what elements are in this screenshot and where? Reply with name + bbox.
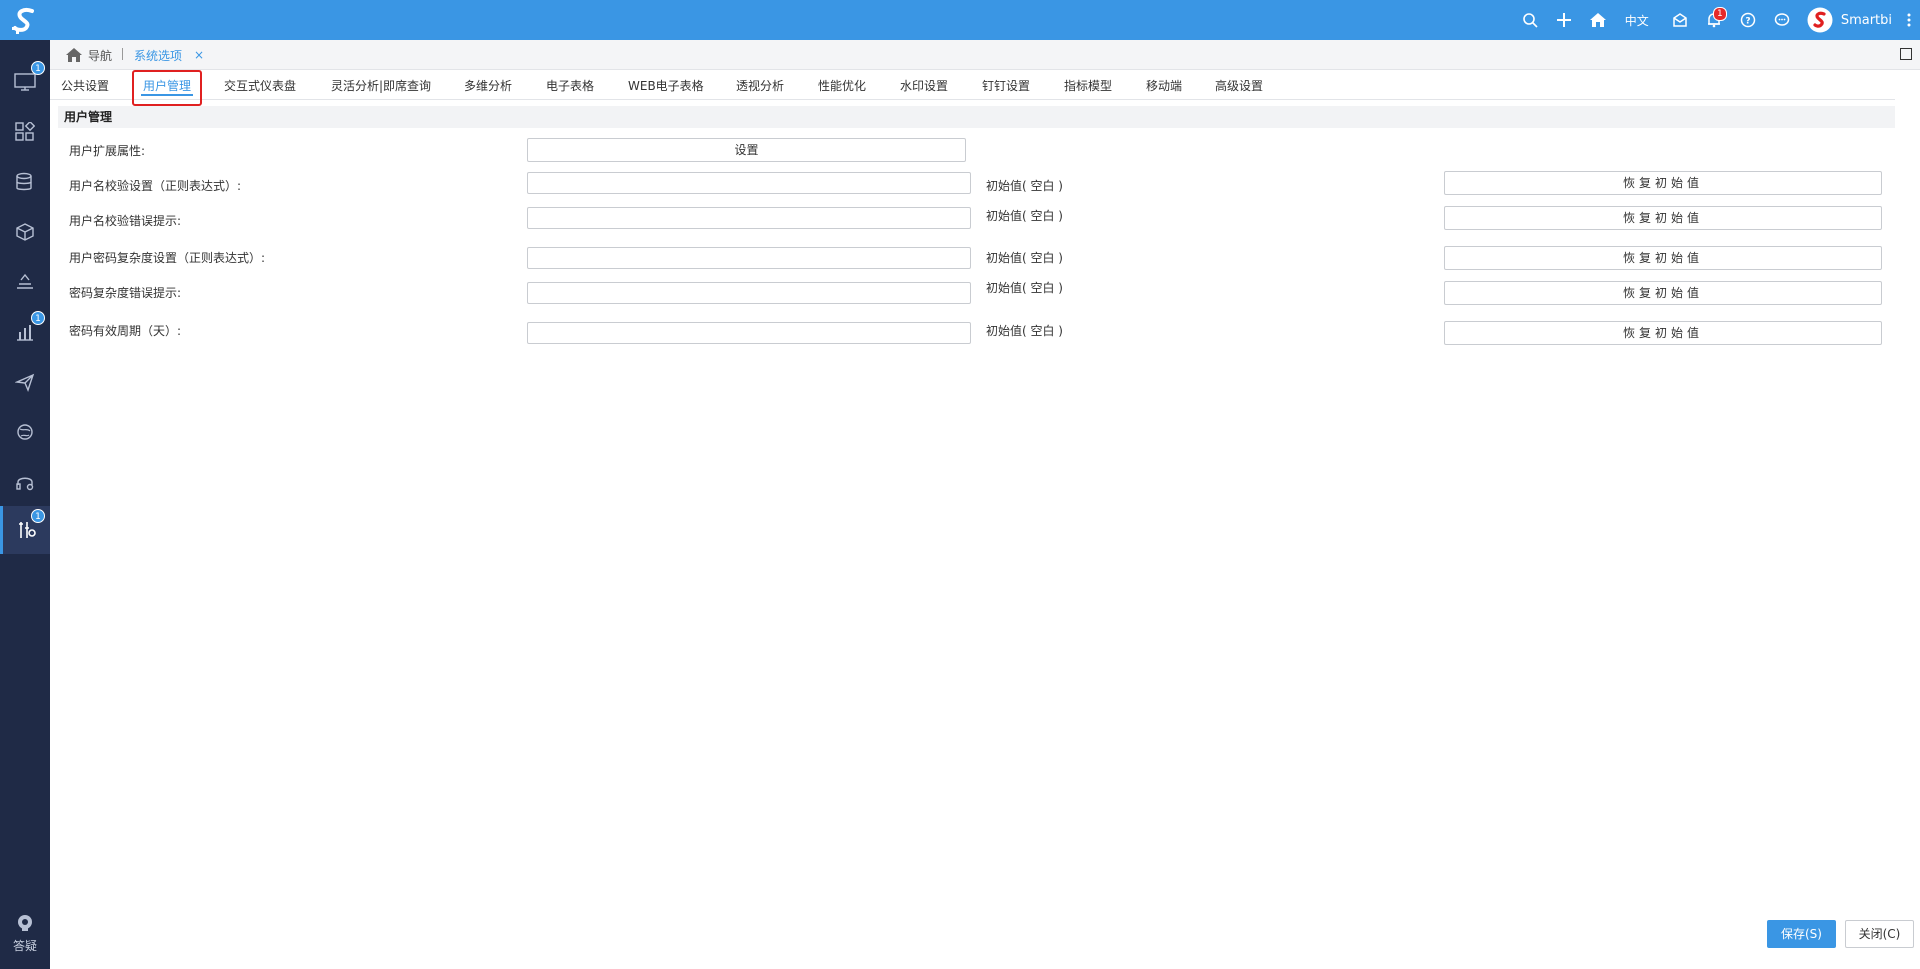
initial-value-label: 初始值( 空白 ) — [986, 324, 1063, 338]
avatar — [1807, 7, 1833, 33]
password-regex-input[interactable] — [527, 247, 971, 269]
close-icon[interactable]: × — [194, 48, 204, 62]
initial-value-label: 初始值( 空白 ) — [986, 281, 1063, 295]
cube-icon — [16, 223, 34, 241]
tab-watermark[interactable]: 水印设置 — [900, 70, 948, 100]
top-actions: 中文 1 ? Smartbi — [1513, 0, 1920, 40]
ext-attr-label: 用户扩展属性: — [69, 144, 146, 158]
sidebar-item-database[interactable] — [0, 158, 50, 206]
restore-default-button[interactable]: 恢复初始值 — [1444, 281, 1882, 305]
sidebar-item-layers[interactable] — [0, 258, 50, 306]
sidebar-item-service[interactable] — [0, 458, 50, 506]
sidebar-item-cube[interactable] — [0, 208, 50, 256]
language-switch[interactable]: 中文 — [1615, 12, 1663, 29]
sidebar-badge: 1 — [31, 311, 45, 325]
sidebar-help[interactable]: 答疑 — [0, 905, 50, 961]
sidebar-item-system[interactable]: 1 — [0, 506, 50, 554]
tab-advanced[interactable]: 高级设置 — [1215, 70, 1263, 100]
breadcrumb-separator — [122, 48, 123, 60]
restore-default-button[interactable]: 恢复初始值 — [1444, 171, 1882, 195]
initial-value-label: 初始值( 空白 ) — [986, 179, 1063, 193]
sidebar-item-sync[interactable] — [0, 408, 50, 456]
apps-icon — [15, 122, 35, 141]
password-error-input[interactable] — [527, 282, 971, 304]
sidebar-item-apps[interactable] — [0, 108, 50, 156]
initial-value-label: 初始值( 空白 ) — [986, 209, 1063, 223]
send-icon — [15, 373, 35, 392]
tab-pivot-analysis[interactable]: 透视分析 — [736, 70, 784, 100]
sidebar-item-send[interactable] — [0, 358, 50, 406]
bar-chart-icon — [17, 325, 33, 341]
sidebar-item-analysis[interactable]: 1 — [0, 308, 50, 356]
username: Smartbi — [1840, 12, 1892, 28]
refresh-globe-icon — [17, 424, 33, 440]
more-icon[interactable] — [1898, 0, 1920, 40]
row-label: 用户名校验设置（正则表达式）: — [69, 179, 242, 193]
tab-mobile[interactable]: 移动端 — [1146, 70, 1182, 100]
tab-flexible-analysis[interactable]: 灵活分析|即席查询 — [331, 70, 431, 100]
top-bar: 中文 1 ? Smartbi — [0, 0, 1920, 40]
ext-attr-set-button[interactable]: 设置 — [527, 138, 966, 162]
svg-text:?: ? — [1745, 17, 1750, 27]
sidebar-badge: 1 — [31, 61, 45, 75]
password-expiry-input[interactable] — [527, 322, 971, 344]
tools-icon — [18, 522, 36, 538]
tab-dingtalk[interactable]: 钉钉设置 — [982, 70, 1030, 100]
tab-interactive-dashboard[interactable]: 交互式仪表盘 — [224, 70, 296, 100]
mailbox-icon[interactable] — [1663, 0, 1697, 40]
help-label: 答疑 — [12, 938, 37, 953]
restore-default-button[interactable]: 恢复初始值 — [1444, 321, 1882, 345]
logo-icon — [12, 7, 34, 34]
username-regex-input[interactable] — [527, 172, 971, 194]
breadcrumb: 导航 系统选项 × — [50, 40, 1920, 70]
chat-icon[interactable] — [1765, 0, 1799, 40]
tab-metric-model[interactable]: 指标模型 — [1064, 70, 1112, 100]
sidebar: 1 1 1 答疑 — [0, 40, 50, 969]
layers-icon — [17, 273, 33, 289]
sidebar-badge: 1 — [31, 509, 45, 523]
notification-badge: 1 — [1712, 7, 1727, 21]
restore-default-button[interactable]: 恢复初始值 — [1444, 206, 1882, 230]
row-label: 密码有效周期（天）: — [69, 324, 182, 338]
row-label: 密码复杂度错误提示: — [69, 286, 182, 300]
maximize-icon[interactable] — [1900, 48, 1912, 60]
tab-spreadsheet[interactable]: 电子表格 — [546, 70, 594, 100]
search-icon[interactable] — [1513, 0, 1547, 40]
monitor-icon — [14, 73, 36, 91]
breadcrumb-home-label: 导航 — [88, 48, 113, 63]
tab-public-settings[interactable]: 公共设置 — [61, 70, 109, 100]
bell-icon[interactable]: 1 — [1697, 0, 1731, 40]
plus-icon[interactable] — [1547, 0, 1581, 40]
home-icon — [66, 48, 82, 62]
tab-web-spreadsheet[interactable]: WEB电子表格 — [628, 70, 704, 100]
section-title: 用户管理 — [58, 106, 1895, 128]
tab-user-management[interactable]: 用户管理 — [140, 70, 194, 100]
settings-tabs: 公共设置 用户管理 交互式仪表盘 灵活分析|即席查询 多维分析 电子表格 WEB… — [50, 70, 1895, 100]
help-icon[interactable]: ? — [1731, 0, 1765, 40]
user-menu[interactable]: Smartbi — [1799, 7, 1898, 33]
close-button[interactable]: 关闭(C) — [1845, 920, 1914, 948]
breadcrumb-home[interactable]: 导航 — [66, 40, 112, 70]
row-label: 用户名校验错误提示: — [69, 214, 182, 228]
smartbi-logo[interactable] — [0, 0, 50, 40]
tab-olap-analysis[interactable]: 多维分析 — [464, 70, 512, 100]
initial-value-label: 初始值( 空白 ) — [986, 251, 1063, 265]
tab-system-options[interactable]: 系统选项 × — [134, 40, 204, 70]
save-button[interactable]: 保存(S) — [1767, 920, 1836, 948]
username-error-input[interactable] — [527, 207, 971, 229]
headset-icon — [16, 477, 34, 491]
sidebar-item-monitor[interactable]: 1 — [0, 58, 50, 106]
tab-performance[interactable]: 性能优化 — [818, 70, 866, 100]
row-label: 用户密码复杂度设置（正则表达式）: — [69, 251, 266, 265]
help-headset-icon — [18, 914, 32, 931]
restore-default-button[interactable]: 恢复初始值 — [1444, 246, 1882, 270]
database-icon — [16, 172, 32, 191]
home-icon[interactable] — [1581, 0, 1615, 40]
tab-label: 系统选项 — [134, 48, 183, 63]
